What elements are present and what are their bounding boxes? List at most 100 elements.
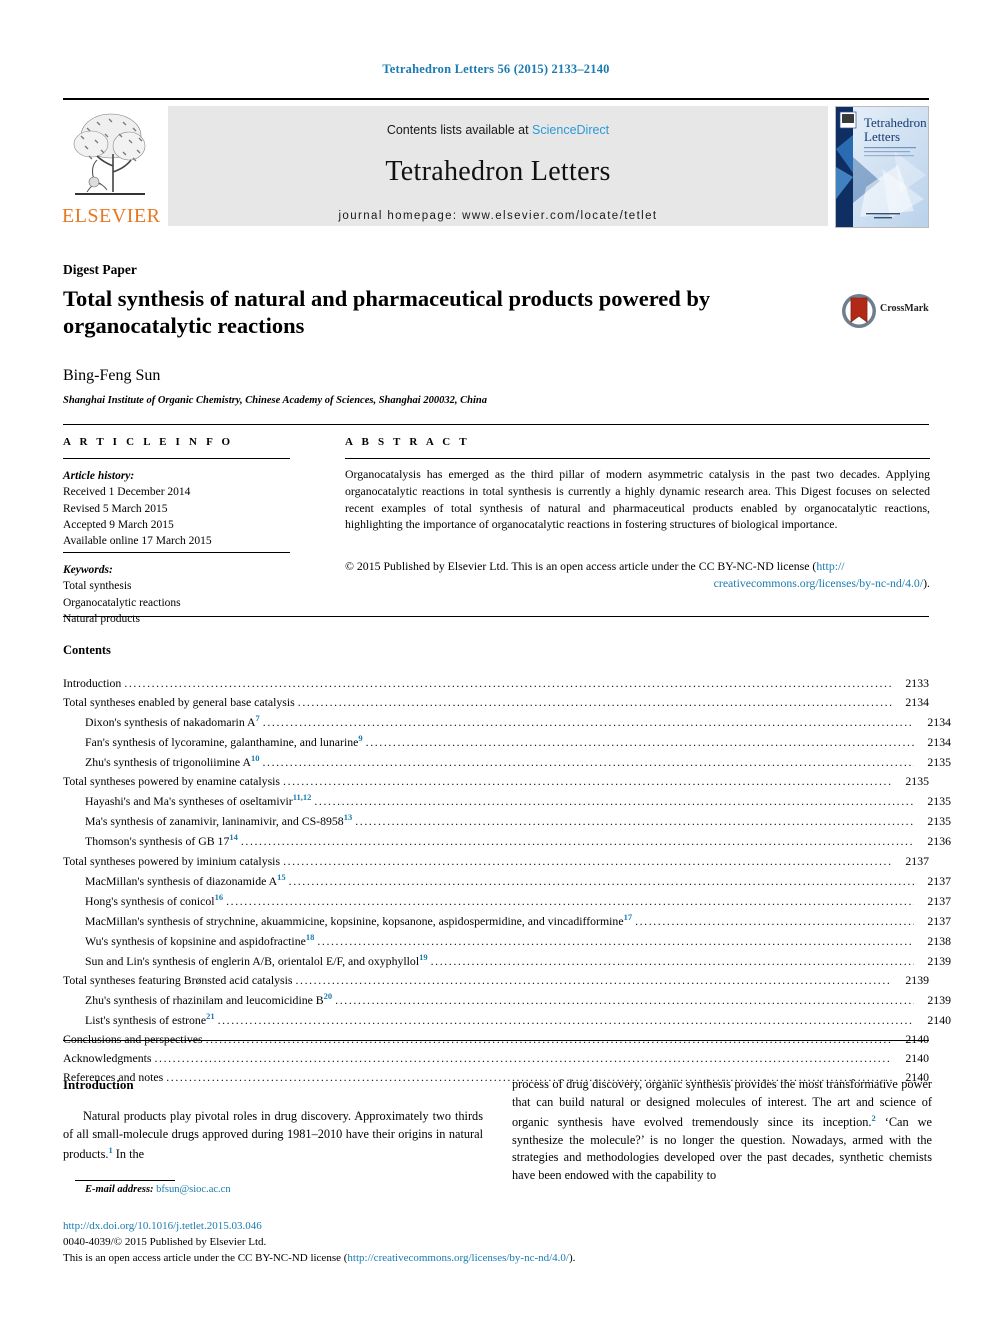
issn-copyright-line: 0040-4039/© 2015 Published by Elsevier L… xyxy=(63,1235,267,1248)
toc-leader-dots: ........................................… xyxy=(288,873,914,888)
toc-leader-dots: ........................................… xyxy=(240,834,914,849)
toc-entry[interactable]: Sun and Lin's synthesis of englerin A/B,… xyxy=(63,951,951,971)
doi-link[interactable]: http://dx.doi.org/10.1016/j.tetlet.2015.… xyxy=(63,1219,763,1235)
toc-entry-label: Hong's synthesis of conicol16 xyxy=(85,891,224,908)
reference-marker[interactable]: 20 xyxy=(324,991,333,1001)
cover-artwork: Tetrahedron Letters xyxy=(836,107,928,227)
abstract-copyright: © 2015 Published by Elsevier Ltd. This i… xyxy=(345,558,930,592)
toc-entry[interactable]: List's synthesis of estrone21...........… xyxy=(63,1010,951,1030)
divider-below-abstract xyxy=(63,616,929,617)
journal-title: Tetrahedron Letters xyxy=(385,156,611,187)
intro-left-column: Natural products play pivotal roles in d… xyxy=(63,1108,483,1164)
divider-above-body xyxy=(63,1040,929,1041)
reference-marker[interactable]: 11,12 xyxy=(293,792,312,802)
toc-entry[interactable]: Wu's synthesis of kopsinine and aspidofr… xyxy=(63,931,951,951)
toc-entry[interactable]: MacMillan's synthesis of diazonamide A15… xyxy=(63,871,951,891)
license-prefix: This is an open access article under the… xyxy=(63,1251,348,1264)
page-title: Total synthesis of natural and pharmaceu… xyxy=(63,286,711,339)
toc-entry[interactable]: Total syntheses featuring Brønsted acid … xyxy=(63,971,929,990)
reference-marker[interactable]: 13 xyxy=(344,812,353,822)
toc-page-number: 2133 xyxy=(905,676,929,690)
toc-entry-label: Thomson's synthesis of GB 1714 xyxy=(85,832,238,849)
abstract-text: Organocatalysis has emerged as the third… xyxy=(345,467,930,532)
toc-entry[interactable]: Fan's synthesis of lycoramine, galantham… xyxy=(63,732,951,752)
footer-license-url[interactable]: http://creativecommons.org/licenses/by-n… xyxy=(347,1252,569,1264)
toc-entry-label: Zhu's synthesis of trigonoliimine A10 xyxy=(85,753,260,770)
reference-marker[interactable]: 14 xyxy=(229,832,238,842)
toc-leader-dots: ........................................… xyxy=(262,755,914,770)
toc-entry[interactable]: Total syntheses powered by enamine catal… xyxy=(63,772,929,791)
toc-leader-dots: ........................................… xyxy=(297,695,892,710)
footer-license-line: This is an open access article under the… xyxy=(63,1251,763,1267)
reference-marker[interactable]: 9 xyxy=(358,733,362,743)
toc-page-number: 2137 xyxy=(927,873,951,888)
email-link[interactable]: bfsun@sioc.ac.cn xyxy=(156,1184,230,1195)
contents-available-text: Contents lists available at xyxy=(386,123,533,137)
toc-page-number: 2139 xyxy=(927,992,951,1007)
author-name: Bing-Feng Sun xyxy=(63,367,161,384)
crossmark-badge[interactable]: CrossMark xyxy=(840,292,935,330)
toc-entry[interactable]: Dixon's synthesis of nakadomarin A7.....… xyxy=(63,712,951,732)
license-suffix: ). xyxy=(569,1251,576,1264)
article-info-heading: A R T I C L E I N F O xyxy=(63,436,234,448)
toc-page-number: 2135 xyxy=(927,814,951,829)
toc-leader-dots: ........................................… xyxy=(226,893,914,908)
reference-marker[interactable]: 7 xyxy=(256,713,260,723)
copyright-text: © 2015 Published by Elsevier Ltd. This i… xyxy=(345,559,817,573)
journal-cover-thumbnail: Tetrahedron Letters xyxy=(835,106,929,228)
abstract-heading: A B S T R A C T xyxy=(345,436,470,448)
copyright-tail: ). xyxy=(923,575,930,590)
toc-entry[interactable]: Zhu's synthesis of trigonoliimine A10...… xyxy=(63,752,951,772)
toc-page-number: 2134 xyxy=(905,695,929,710)
reference-marker[interactable]: 18 xyxy=(306,932,315,942)
intro-paragraph-cont: process of drug discovery, organic synth… xyxy=(512,1076,932,1185)
toc-leader-dots: ........................................… xyxy=(365,735,914,750)
reference-marker[interactable]: 10 xyxy=(251,753,260,763)
sciencedirect-link[interactable]: ScienceDirect xyxy=(532,123,609,137)
license-url-part2[interactable]: creativecommons.org/licenses/by-nc-nd/4.… xyxy=(714,576,923,590)
toc-leader-dots: ........................................… xyxy=(355,814,914,829)
reference-marker[interactable]: 16 xyxy=(215,892,224,902)
article-type-label: Digest Paper xyxy=(63,262,137,277)
toc-leader-dots: ........................................… xyxy=(283,774,892,789)
reference-marker[interactable]: 21 xyxy=(206,1011,215,1021)
toc-entry[interactable]: Acknowledgments.........................… xyxy=(63,1049,929,1068)
toc-leader-dots: ........................................… xyxy=(295,972,892,987)
intro-right-column: process of drug discovery, organic synth… xyxy=(512,1076,932,1185)
contents-available-line: Contents lists available at ScienceDirec… xyxy=(168,123,828,137)
keywords-block: Keywords: Total synthesis Organocatalyti… xyxy=(63,562,313,627)
toc-entry[interactable]: MacMillan's synthesis of strychnine, aku… xyxy=(63,911,951,931)
toc-entry-label: Wu's synthesis of kopsinine and aspidofr… xyxy=(85,931,315,948)
author-affiliation: Shanghai Institute of Organic Chemistry,… xyxy=(63,395,487,406)
toc-leader-dots: ........................................… xyxy=(217,1012,914,1027)
divider-keywords xyxy=(63,552,290,553)
toc-entry[interactable]: Introduction............................… xyxy=(63,674,929,693)
article-history-label: Article history: xyxy=(63,470,135,482)
journal-homepage-line[interactable]: journal homepage: www.elsevier.com/locat… xyxy=(168,210,828,222)
history-item: Accepted 9 March 2015 xyxy=(63,518,174,531)
crossmark-icon xyxy=(842,294,876,328)
license-url-part1[interactable]: http:// xyxy=(816,559,844,573)
toc-entry-label: MacMillan's synthesis of strychnine, aku… xyxy=(85,911,633,928)
toc-entry[interactable]: Ma's synthesis of zanamivir, laninamivir… xyxy=(63,811,951,831)
toc-entry[interactable]: Total syntheses enabled by general base … xyxy=(63,693,929,712)
toc-entry[interactable]: Thomson's synthesis of GB 1714..........… xyxy=(63,831,951,851)
toc-entry[interactable]: Zhu's synthesis of rhazinilam and leucom… xyxy=(63,990,951,1010)
toc-entry[interactable]: Hong's synthesis of conicol16...........… xyxy=(63,891,951,911)
toc-leader-dots: ........................................… xyxy=(154,1051,892,1066)
keyword-item: Organocatalytic reactions xyxy=(63,596,181,609)
crossmark-label: CrossMark xyxy=(880,303,929,314)
masthead-center-panel: Contents lists available at ScienceDirec… xyxy=(168,106,828,226)
toc-entry[interactable]: Hayashi's and Ma's syntheses of oseltami… xyxy=(63,791,951,811)
toc-leader-dots: ........................................… xyxy=(317,933,914,948)
toc-entry[interactable]: Total syntheses powered by iminium catal… xyxy=(63,852,929,871)
history-item: Received 1 December 2014 xyxy=(63,486,191,499)
reference-marker[interactable]: 19 xyxy=(419,952,428,962)
reference-marker[interactable]: 17 xyxy=(624,912,633,922)
intro-text-b: In the xyxy=(112,1146,145,1161)
history-item: Available online 17 March 2015 xyxy=(63,535,212,548)
introduction-heading: Introduction xyxy=(63,1077,134,1092)
divider-info xyxy=(63,458,290,459)
reference-marker[interactable]: 15 xyxy=(277,872,286,882)
toc-leader-dots: ........................................… xyxy=(262,715,914,730)
